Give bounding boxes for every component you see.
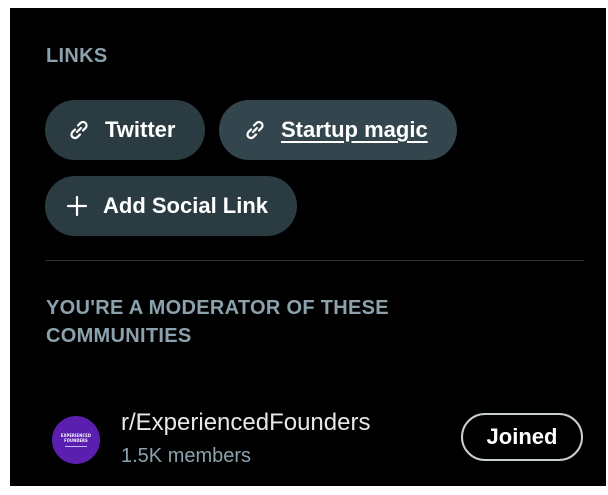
links-section-title: LINKS [46, 45, 108, 67]
joined-button[interactable]: Joined [461, 413, 583, 461]
section-divider [46, 260, 584, 261]
profile-sidebar-panel: LINKS Twitter Startup magic Add Social L… [10, 8, 606, 486]
add-social-link-label: Add Social Link [103, 193, 269, 218]
link-icon [67, 118, 91, 142]
avatar-logo-line-2: FOUNDERS [64, 438, 88, 443]
moderator-section-title: YOU'RE A MODERATOR OF THESE COMMUNITIES [46, 297, 389, 347]
startup-magic-link-label: Startup magic [281, 117, 428, 142]
twitter-link-button[interactable]: Twitter [45, 100, 205, 160]
add-social-link-button[interactable]: Add Social Link [45, 176, 297, 236]
link-icon [243, 118, 267, 142]
community-avatar[interactable]: EXPERIENCED FOUNDERS [52, 416, 100, 464]
plus-icon [65, 194, 89, 218]
avatar-logo-underline [65, 446, 87, 447]
twitter-link-label: Twitter [105, 117, 176, 142]
startup-magic-link-button[interactable]: Startup magic [219, 100, 457, 160]
community-member-count: 1.5K members [121, 445, 252, 467]
community-name-link[interactable]: r/ExperiencedFounders [121, 408, 370, 438]
